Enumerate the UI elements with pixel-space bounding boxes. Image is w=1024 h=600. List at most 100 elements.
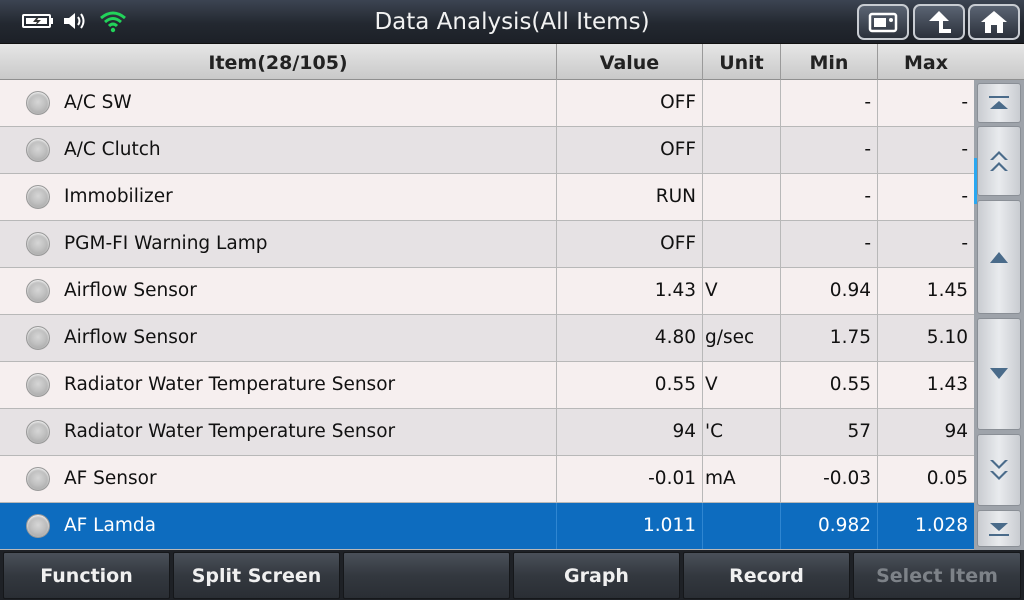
scroll-up-button[interactable] — [977, 200, 1021, 314]
back-icon — [929, 11, 951, 33]
row-select-radio[interactable] — [0, 221, 58, 267]
item-value: 4.80 — [557, 315, 703, 361]
radio-icon — [26, 514, 50, 538]
item-max: - — [961, 92, 968, 113]
screenshot-button[interactable] — [857, 4, 909, 40]
radio-icon — [26, 232, 50, 256]
item-unit — [703, 503, 781, 549]
item-name: Immobilizer — [58, 174, 557, 220]
item-name: Airflow Sensor — [58, 268, 557, 314]
item-unit: g/sec — [703, 315, 781, 361]
item-min: 0.94 — [781, 268, 878, 314]
item-max: - — [961, 233, 968, 254]
table-row[interactable]: A/C SW OFF - - — [0, 80, 974, 127]
row-select-radio[interactable] — [0, 409, 58, 455]
triangle-down-icon — [990, 368, 1008, 379]
item-max: 1.45 — [926, 280, 968, 301]
item-max: 94 — [944, 421, 968, 442]
home-icon — [981, 11, 1007, 33]
item-value: OFF — [557, 127, 703, 173]
scroll-bottom-icon — [989, 522, 1009, 536]
item-min: - — [781, 127, 878, 173]
row-select-radio[interactable] — [0, 268, 58, 314]
row-select-radio[interactable] — [0, 174, 58, 220]
radio-icon — [26, 185, 50, 209]
table-row-selected[interactable]: AF Lamda 1.011 0.982 1.028 — [0, 503, 974, 550]
table-row[interactable]: Immobilizer RUN - - — [0, 174, 974, 221]
item-max: - — [961, 186, 968, 207]
item-name: PGM-FI Warning Lamp — [58, 221, 557, 267]
item-unit — [703, 221, 781, 267]
graph-button[interactable]: Graph — [513, 552, 680, 599]
table-row[interactable]: A/C Clutch OFF - - — [0, 127, 974, 174]
item-max: - — [961, 139, 968, 160]
scrollbar[interactable] — [974, 80, 1024, 550]
table-row[interactable]: Radiator Water Temperature Sensor 0.55 V… — [0, 362, 974, 409]
item-name: A/C Clutch — [58, 127, 557, 173]
item-name: Airflow Sensor — [58, 315, 557, 361]
select-item-button[interactable]: Select Item — [853, 552, 1021, 599]
column-header-max: Max — [904, 52, 948, 74]
radio-icon — [26, 467, 50, 491]
item-max: 0.05 — [926, 468, 968, 489]
table-row[interactable]: Airflow Sensor 1.43 V 0.94 1.45 — [0, 268, 974, 315]
item-value: -0.01 — [557, 456, 703, 502]
back-button[interactable] — [913, 4, 965, 40]
scroll-to-top-button[interactable] — [977, 83, 1021, 123]
item-max: 1.43 — [926, 374, 968, 395]
row-select-radio[interactable] — [0, 503, 58, 549]
table-row[interactable]: PGM-FI Warning Lamp OFF - - — [0, 221, 974, 268]
item-min: - — [781, 221, 878, 267]
radio-icon — [26, 138, 50, 162]
table-header: Item(28/105) Value Unit Min Max — [0, 44, 1024, 80]
item-unit: V — [703, 268, 781, 314]
item-unit — [703, 127, 781, 173]
column-header-item: Item(28/105) — [0, 44, 557, 80]
table-row[interactable]: Airflow Sensor 4.80 g/sec 1.75 5.10 — [0, 315, 974, 362]
scroll-down-button[interactable] — [977, 318, 1021, 430]
item-unit — [703, 174, 781, 220]
page-up-button[interactable] — [977, 126, 1021, 196]
scroll-top-icon — [989, 96, 1009, 109]
item-value: 94 — [557, 409, 703, 455]
table-row[interactable]: Radiator Water Temperature Sensor 94 'C … — [0, 409, 974, 456]
radio-icon — [26, 91, 50, 115]
table-row[interactable]: AF Sensor -0.01 mA -0.03 0.05 — [0, 456, 974, 503]
screenshot-icon — [868, 12, 898, 33]
item-max: 1.028 — [915, 515, 968, 536]
item-value: 0.55 — [557, 362, 703, 408]
page-down-button[interactable] — [977, 434, 1021, 506]
row-select-radio[interactable] — [0, 315, 58, 361]
double-chevron-up-icon — [990, 151, 1008, 171]
column-header-value: Value — [557, 44, 703, 80]
scroll-to-bottom-button[interactable] — [977, 510, 1021, 547]
item-min: 0.55 — [781, 362, 878, 408]
item-name: Radiator Water Temperature Sensor — [58, 362, 557, 408]
data-table: A/C SW OFF - - A/C Clutch OFF - - Immobi… — [0, 80, 974, 550]
item-min: - — [781, 80, 878, 126]
row-select-radio[interactable] — [0, 456, 58, 502]
radio-icon — [26, 420, 50, 444]
radio-icon — [26, 326, 50, 350]
item-value: 1.011 — [557, 503, 703, 549]
item-name: A/C SW — [58, 80, 557, 126]
column-header-min: Min — [781, 44, 878, 80]
function-button[interactable]: Function — [3, 552, 170, 599]
row-select-radio[interactable] — [0, 80, 58, 126]
item-value: 1.43 — [557, 268, 703, 314]
item-min: - — [781, 174, 878, 220]
empty-button[interactable] — [343, 552, 510, 599]
radio-icon — [26, 373, 50, 397]
item-name: Radiator Water Temperature Sensor — [58, 409, 557, 455]
item-unit: mA — [703, 456, 781, 502]
home-button[interactable] — [968, 4, 1020, 40]
row-select-radio[interactable] — [0, 127, 58, 173]
item-min: -0.03 — [781, 456, 878, 502]
title-bar: Data Analysis(All Items) — [0, 0, 1024, 44]
triangle-up-icon — [990, 252, 1008, 263]
item-value: OFF — [557, 221, 703, 267]
split-screen-button[interactable]: Split Screen — [173, 552, 340, 599]
row-select-radio[interactable] — [0, 362, 58, 408]
record-button[interactable]: Record — [683, 552, 850, 599]
item-name: AF Sensor — [58, 456, 557, 502]
